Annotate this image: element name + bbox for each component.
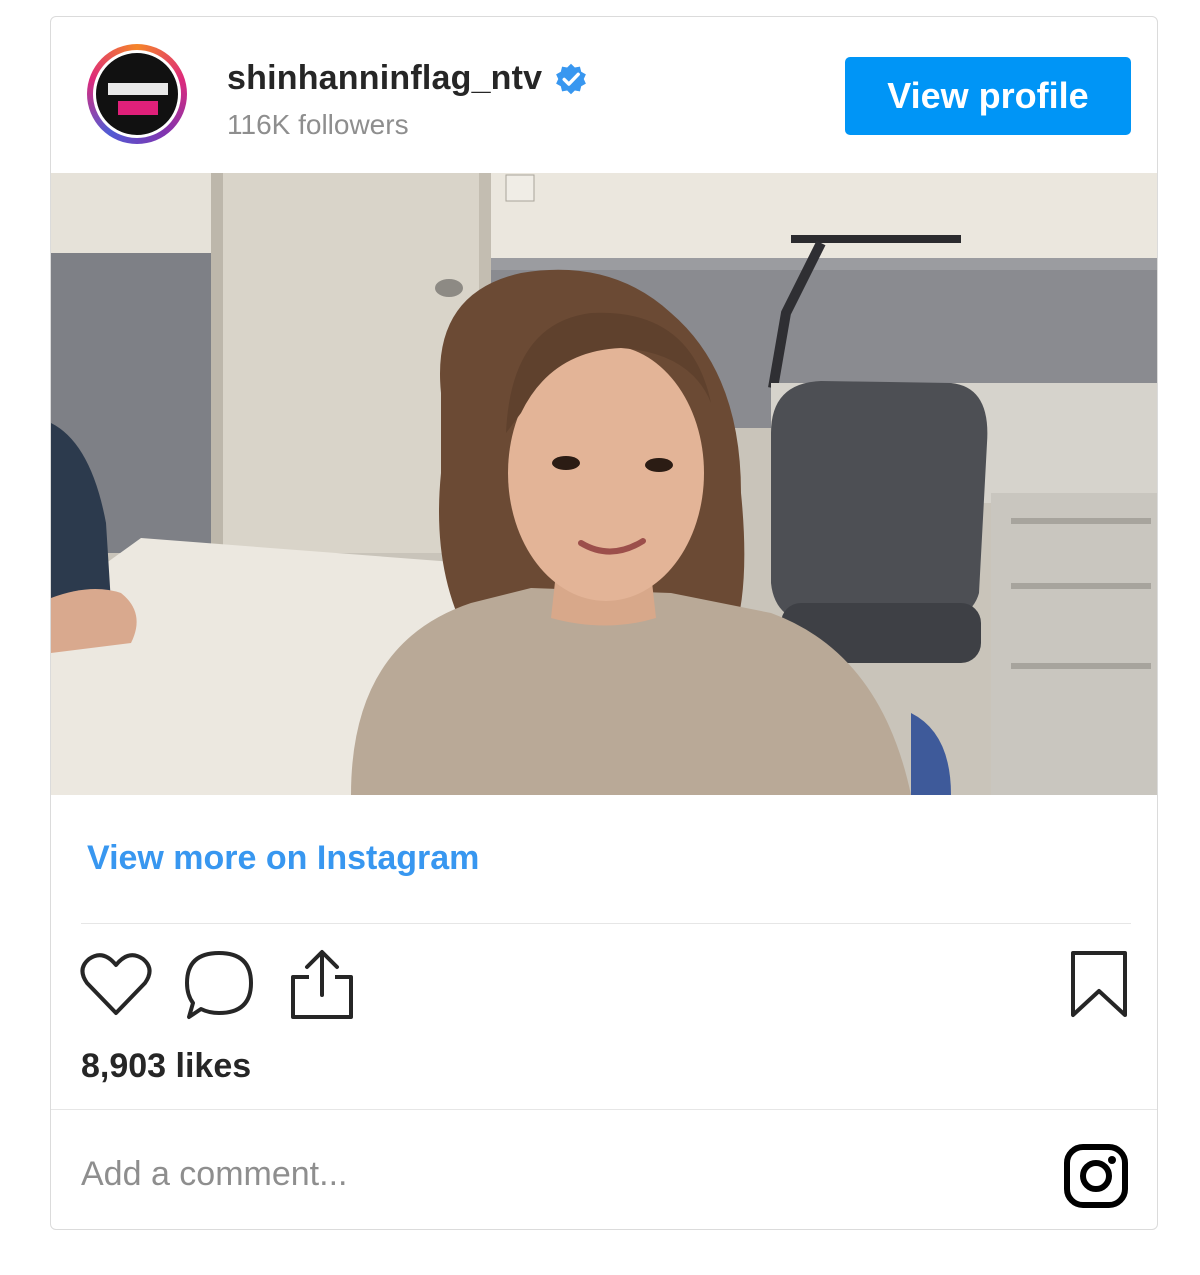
comment-input[interactable]: Add a comment...	[81, 1155, 347, 1194]
share-icon[interactable]	[287, 947, 357, 1021]
username-row: shinhanninflag_ntv	[227, 59, 588, 98]
avatar-image	[93, 50, 181, 138]
profile-avatar[interactable]	[87, 44, 187, 144]
divider	[81, 923, 1131, 924]
heart-icon[interactable]	[79, 951, 153, 1017]
action-bar	[51, 947, 1157, 1027]
comment-bubble-icon[interactable]	[181, 947, 257, 1023]
username[interactable]: shinhanninflag_ntv	[227, 59, 542, 98]
divider	[51, 1109, 1157, 1110]
verified-badge-icon	[556, 63, 587, 94]
instagram-embed-card: shinhanninflag_ntv 116K followers View p…	[50, 16, 1158, 1230]
view-more-link[interactable]: View more on Instagram	[87, 839, 479, 878]
instagram-logo-icon[interactable]	[1063, 1143, 1129, 1209]
follower-count: 116K followers	[227, 109, 409, 140]
view-profile-button[interactable]: View profile	[845, 57, 1131, 135]
post-media[interactable]	[51, 173, 1157, 795]
post-header: shinhanninflag_ntv 116K followers View p…	[51, 17, 1157, 173]
bookmark-icon[interactable]	[1069, 949, 1129, 1019]
like-count[interactable]: 8,903 likes	[81, 1047, 251, 1086]
post-video-frame	[51, 173, 1157, 795]
